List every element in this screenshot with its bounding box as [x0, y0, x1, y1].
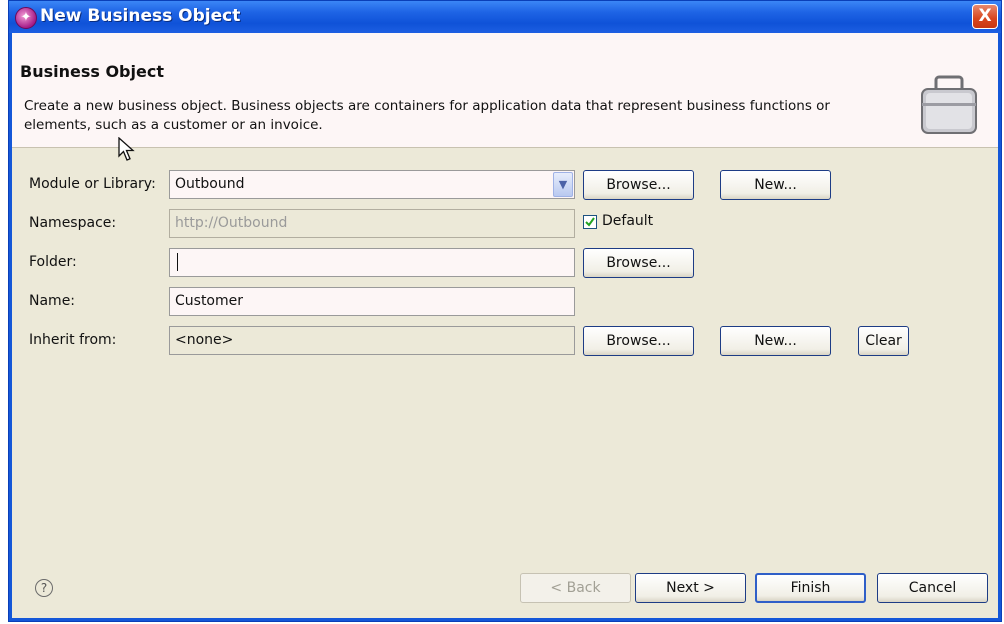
inherit-field: <none> [169, 326, 575, 355]
folder-input[interactable] [169, 248, 575, 277]
close-button[interactable]: X [972, 4, 998, 29]
briefcase-icon [920, 73, 978, 137]
inherit-browse-button[interactable]: Browse... [583, 326, 694, 356]
module-value: Outbound [175, 176, 245, 192]
text-cursor [177, 253, 178, 271]
chevron-down-icon[interactable]: ▼ [553, 172, 573, 197]
dialog-client-area: Business Object Create a new business ob… [12, 33, 998, 618]
module-browse-button[interactable]: Browse... [583, 170, 694, 200]
name-input[interactable]: Customer [169, 287, 575, 316]
page-title: Business Object [20, 62, 164, 81]
namespace-label: Namespace: [29, 215, 117, 231]
inherit-new-button[interactable]: New... [720, 326, 831, 356]
default-checkbox[interactable] [583, 215, 597, 229]
back-button: < Back [520, 573, 631, 603]
inherit-clear-button[interactable]: Clear [858, 326, 909, 356]
business-object-wizard-icon: ✦ [15, 7, 37, 29]
title-bar[interactable]: ✦ New Business Object X [9, 1, 1001, 33]
next-button[interactable]: Next > [635, 573, 746, 603]
module-label: Module or Library: [29, 176, 156, 192]
module-combobox[interactable]: Outbound ▼ [169, 170, 575, 199]
finish-button[interactable]: Finish [755, 573, 866, 603]
folder-browse-button[interactable]: Browse... [583, 248, 694, 278]
folder-label: Folder: [29, 254, 77, 270]
inherit-label: Inherit from: [29, 332, 117, 348]
module-new-button[interactable]: New... [720, 170, 831, 200]
window-title: New Business Object [40, 6, 241, 26]
mouse-pointer-icon [118, 136, 138, 167]
cancel-button[interactable]: Cancel [877, 573, 988, 603]
wizard-header: Business Object Create a new business ob… [12, 33, 998, 148]
default-checkbox-label[interactable]: Default [602, 213, 653, 229]
wizard-window: ✦ New Business Object X Business Object … [8, 0, 1002, 622]
page-description: Create a new business object. Business o… [24, 98, 830, 133]
name-label: Name: [29, 293, 76, 309]
help-icon[interactable]: ? [35, 579, 53, 597]
namespace-field: http://Outbound [169, 209, 575, 238]
